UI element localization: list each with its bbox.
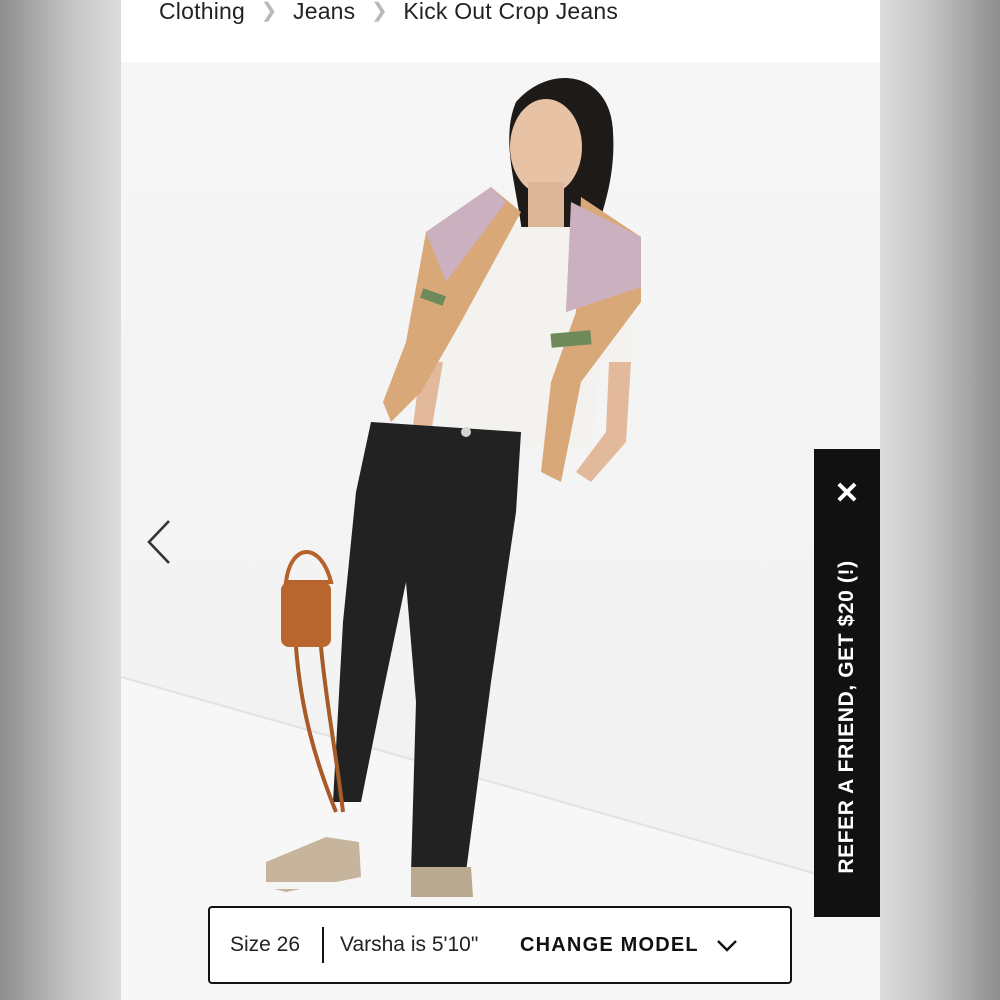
model-height: Varsha is 5'10" — [340, 933, 479, 956]
refer-friend-label[interactable]: REFER A FRIEND, GET $20 (!) — [835, 560, 859, 873]
breadcrumb-current-product: Kick Out Crop Jeans — [403, 0, 619, 24]
product-page: Clothing ❯ Jeans ❯ Kick Out Crop Jeans ✕… — [121, 0, 880, 1000]
chevron-down-icon[interactable] — [715, 937, 739, 953]
chevron-left-icon[interactable] — [141, 517, 181, 567]
change-model-button[interactable]: CHANGE MODEL — [520, 934, 739, 957]
chevron-right-icon: ❯ — [260, 0, 278, 22]
chevron-right-icon: ❯ — [370, 0, 388, 22]
model-info-bar: Size 26 Varsha is 5'10" CHANGE MODEL — [208, 906, 792, 984]
close-icon[interactable]: ✕ — [814, 477, 880, 511]
breadcrumb-jeans[interactable]: Jeans — [293, 0, 355, 23]
product-image[interactable]: ✕ REFER A FRIEND, GET $20 (!) — [121, 62, 880, 1000]
divider — [322, 927, 324, 963]
product-photo-illustration — [121, 78, 880, 1000]
breadcrumb-clothing[interactable]: Clothing — [159, 0, 245, 23]
breadcrumb: Clothing ❯ Jeans ❯ Kick Out Crop Jeans — [121, 0, 880, 62]
change-model-label: CHANGE MODEL — [520, 933, 699, 956]
refer-friend-banner[interactable]: ✕ REFER A FRIEND, GET $20 (!) — [814, 449, 880, 917]
model-size: Size 26 — [230, 933, 301, 956]
